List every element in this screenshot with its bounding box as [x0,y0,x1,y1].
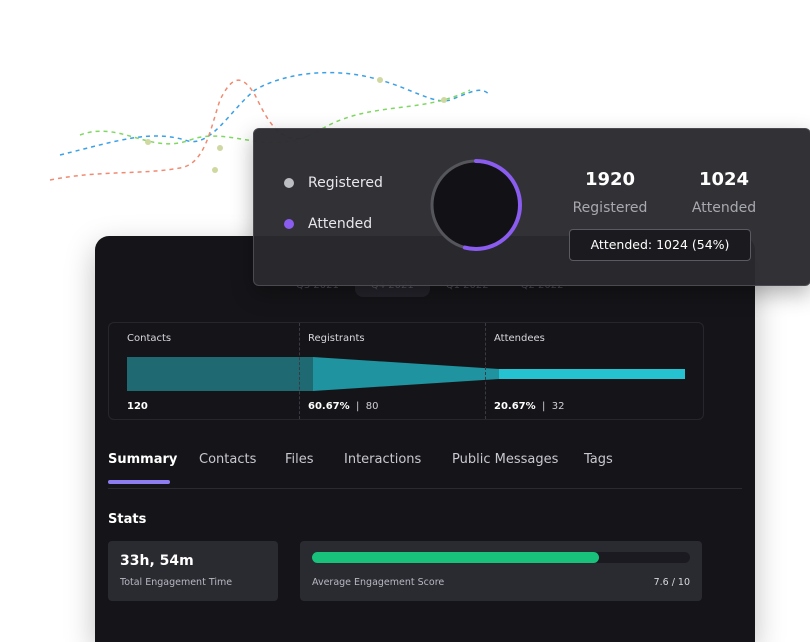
tab-contacts[interactable]: Contacts [199,452,256,467]
funnel-stage-label: Registrants [308,333,365,344]
funnel-stage-value: 60.67% | 80 [308,401,379,412]
engagement-score-label: Average Engagement Score [312,577,445,588]
engagement-score-bar [312,552,690,563]
tab-interactions[interactable]: Interactions [344,452,421,467]
legend-registered: Registered [284,175,383,191]
attended-dot-icon [284,219,294,229]
funnel-stage-value: 120 [127,401,148,412]
registered-metric: 1920 Registered [570,169,650,216]
attended-label: Attended [691,200,757,216]
engagement-time-value: 33h, 54m [120,553,194,569]
funnel-chart: Contacts 120 Registrants 60.67% | 80 Att… [108,322,704,420]
donut-tooltip: Attended: 1024 (54%) [569,229,751,261]
tab-tags[interactable]: Tags [584,452,613,467]
funnel-stage-registrants: Registrants 60.67% | 80 [299,323,486,419]
tab-summary[interactable]: Summary [108,452,177,467]
funnel-stage-contacts: Contacts 120 [109,323,299,419]
funnel-stage-label: Contacts [127,333,172,344]
active-tab-indicator [108,480,170,484]
engagement-score-card: Average Engagement Score 7.6 / 10 [300,541,702,601]
legend-attended-label: Attended [308,216,373,232]
funnel-stage-label: Attendees [494,333,545,344]
stats-heading: Stats [108,512,147,527]
engagement-score-fill [312,552,600,563]
legend-registered-label: Registered [308,175,383,191]
tab-public-messages[interactable]: Public Messages [452,452,558,467]
engagement-time-card: 33h, 54m Total Engagement Time [108,541,278,601]
attendance-donut[interactable] [428,157,524,253]
engagement-time-label: Total Engagement Time [120,577,233,588]
attended-value: 1024 [698,169,750,190]
registered-label: Registered [572,200,648,216]
legend-attended: Attended [284,216,372,232]
registered-value: 1920 [584,169,636,190]
tab-files[interactable]: Files [285,452,314,467]
engagement-score-value: 7.6 / 10 [653,577,690,588]
registered-dot-icon [284,178,294,188]
funnel-stage-attendees: Attendees 20.67% | 32 [485,323,704,419]
funnel-stage-value: 20.67% | 32 [494,401,565,412]
attendance-popup: Registered Attended 1920 Registered 1024… [253,128,810,286]
attended-metric: 1024 Attended [684,169,764,216]
dashboard-panel: Q3 2021 Q4 2021 Q1 2022 Q2 2022 Contacts… [95,236,755,642]
tab-bar: Summary Contacts Files Interactions Publ… [108,452,742,489]
